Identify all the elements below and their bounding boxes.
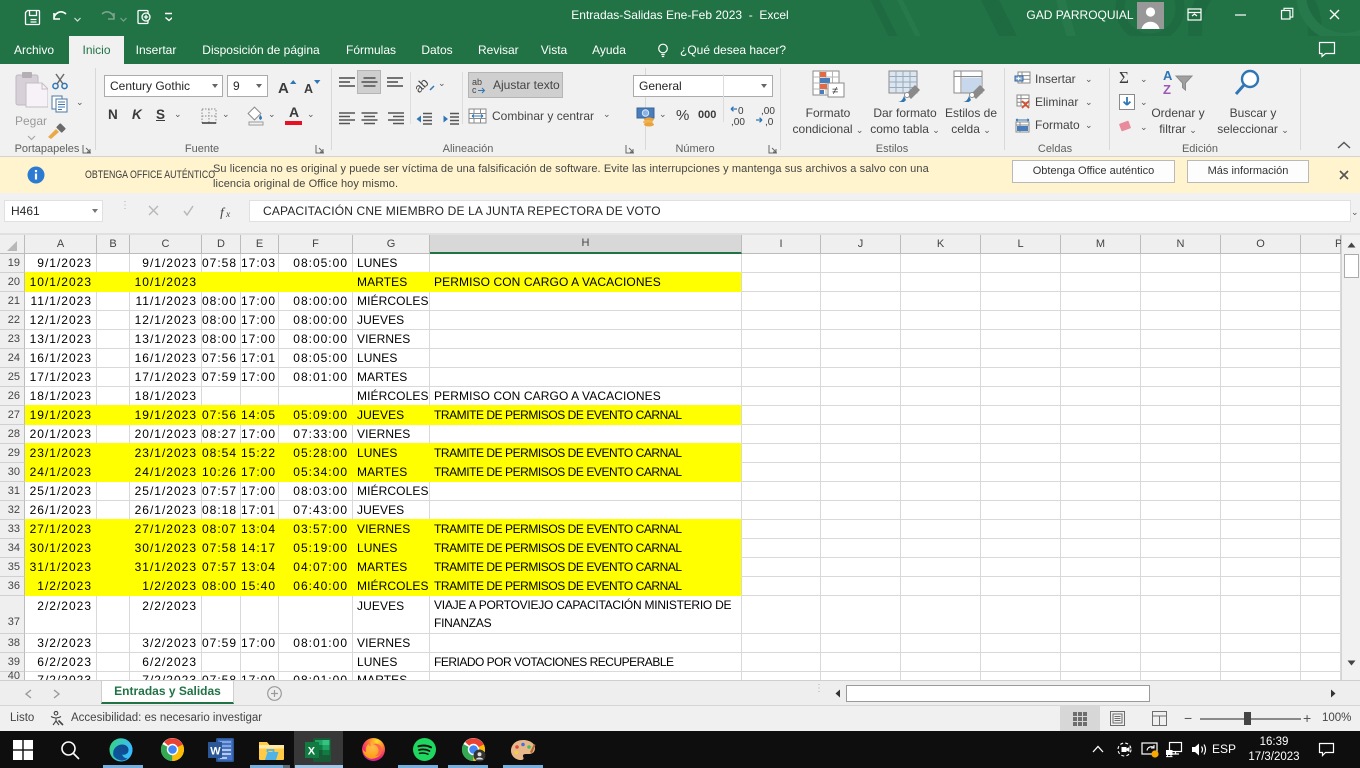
svg-text:X: X <box>308 745 316 757</box>
svg-text:A: A <box>304 82 313 96</box>
svg-text:A: A <box>278 80 289 97</box>
svg-text:,00: ,00 <box>731 117 745 128</box>
svg-text:W: W <box>210 745 221 757</box>
svg-text:≠: ≠ <box>832 85 838 97</box>
svg-text:A: A <box>1163 68 1173 83</box>
svg-text:ab: ab <box>416 75 432 94</box>
svg-text:Z: Z <box>1163 82 1171 97</box>
svg-text:c: c <box>472 85 477 94</box>
svg-text:0: 0 <box>738 106 744 117</box>
svg-text:x: x <box>225 210 231 219</box>
